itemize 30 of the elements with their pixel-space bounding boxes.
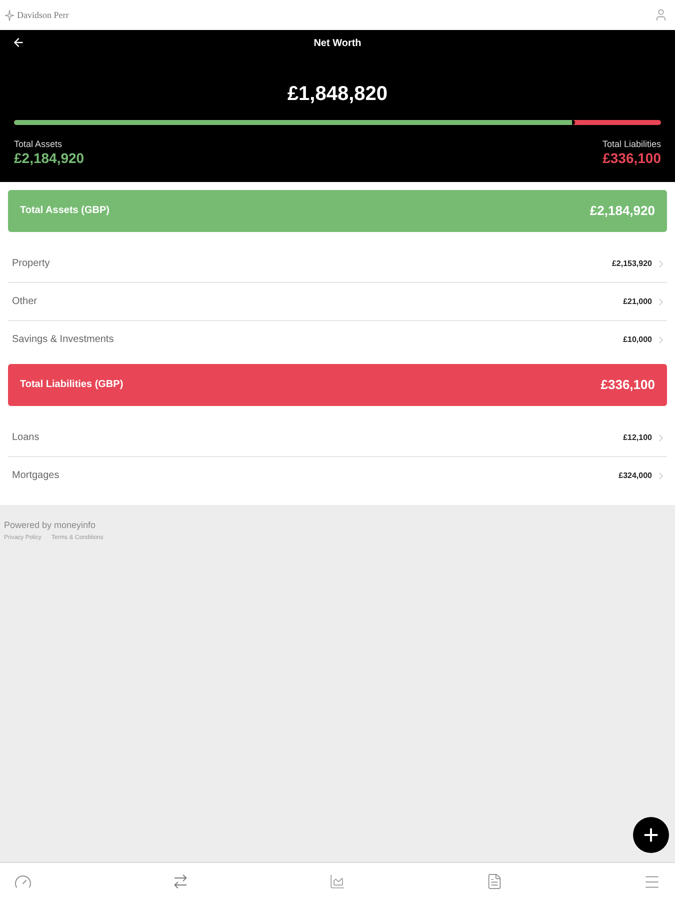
section-total: £2,184,920 — [590, 203, 655, 219]
category-name[interactable]: Savings & Investments — [12, 334, 114, 346]
total-liabilities-label: Total Liabilities — [602, 138, 661, 150]
total-liabilities-amount: £336,100 — [602, 150, 661, 166]
add-button[interactable] — [633, 817, 669, 853]
category-name[interactable]: Mortgages — [12, 470, 60, 482]
section-title: Total Assets (GBP) — [20, 205, 110, 217]
page-title: Net Worth — [314, 38, 362, 50]
section-total: £336,100 — [600, 377, 655, 393]
category-amount: £10,000 — [623, 335, 652, 345]
total-assets-label: Total Assets — [14, 138, 62, 150]
category-amount: £12,100 — [623, 432, 652, 442]
category-amount: £324,000 — [618, 471, 652, 481]
category-name[interactable]: Loans — [12, 432, 40, 444]
logo-star-icon — [5, 10, 14, 20]
category-name[interactable]: Property — [12, 258, 50, 270]
net-worth-amount: £1,848,820 — [287, 82, 388, 106]
transfer-arrows-icon[interactable] — [172, 873, 189, 890]
user-icon[interactable] — [654, 8, 668, 22]
gauge-icon[interactable] — [14, 872, 32, 890]
back-arrow-icon[interactable] — [12, 36, 25, 49]
logo-text: Davidson Perr — [17, 10, 69, 20]
area-chart-icon[interactable] — [329, 873, 346, 890]
total-assets-amount: £2,184,920 — [14, 150, 84, 166]
document-icon[interactable] — [486, 873, 503, 890]
category-amount: £21,000 — [623, 296, 652, 306]
category-amount: £2,153,920 — [612, 258, 652, 268]
category-name[interactable]: Other — [12, 296, 38, 308]
powered-by-text: Powered by moneyinfo — [4, 520, 96, 531]
section-title: Total Liabilities (GBP) — [20, 379, 124, 391]
